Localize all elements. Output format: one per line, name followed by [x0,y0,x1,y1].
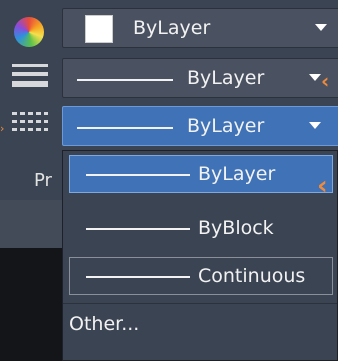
option-label: Continuous [198,265,306,287]
option-label: ByLayer [198,163,276,185]
linetype-combo-label: ByLayer [187,115,265,137]
color-combo-label: ByLayer [133,17,211,39]
line-preview [77,79,173,81]
line-preview [86,228,190,230]
dropdown-option-continuous[interactable]: Continuous [69,257,333,295]
dropdown-option-bylayer[interactable]: ByLayer [69,155,333,193]
color-swatch [85,15,113,43]
lineweight-icon[interactable] [12,64,48,94]
dropdown-option-byblock[interactable]: ByBlock [69,209,333,247]
line-preview [86,174,190,176]
lineweight-combo-label: ByLayer [187,67,265,89]
dropdown-divider [63,303,337,304]
orange-pointer-arrow-icon: ‹ [317,171,328,201]
line-preview [77,127,173,129]
dropdown-option-other[interactable]: Other... [69,313,139,335]
color-combo[interactable]: ByLayer [62,8,338,48]
panel-label: Pr [34,170,52,191]
line-preview [86,276,190,278]
chevron-down-icon[interactable] [315,24,327,31]
linetype-combo[interactable]: ByLayer [62,106,338,146]
orange-pointer-arrow-icon: ‹ [321,69,330,93]
lineweight-combo[interactable]: ByLayer ‹ [62,58,338,98]
option-label: ByBlock [198,217,274,239]
linetype-dropdown: ByLayer ByBlock Continuous Other... ‹ [62,150,338,361]
chevron-down-icon[interactable] [309,74,321,81]
orange-annotation-mark: › [0,122,5,135]
chevron-down-icon[interactable] [309,122,321,129]
color-wheel-icon[interactable] [14,17,44,47]
linetype-icon[interactable] [12,112,48,142]
